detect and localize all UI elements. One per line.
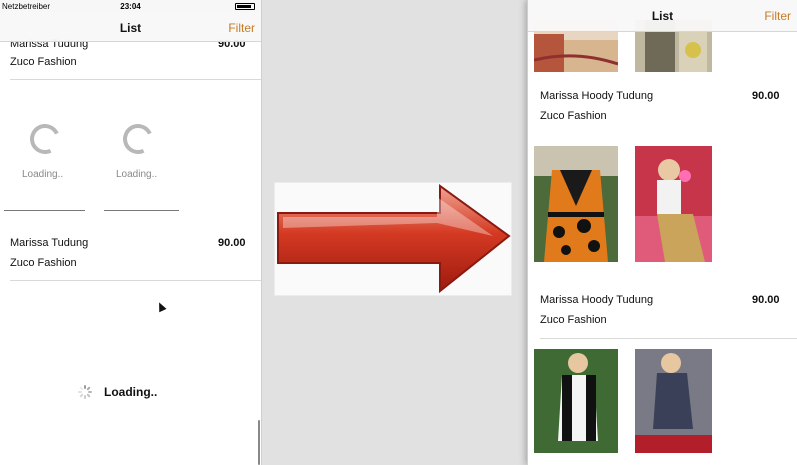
filter-button[interactable]: Filter [764, 9, 791, 23]
list-loading-label: Loading.. [104, 385, 158, 399]
product-brand: Zuco Fashion [10, 257, 77, 269]
right-phone-screen: List Filter Marissa Hoody Tudung 90.00 Z… [527, 0, 797, 465]
page-title: List [119, 21, 142, 35]
product-photo[interactable] [635, 349, 712, 453]
product-brand: Zuco Fashion [540, 314, 607, 326]
activity-indicator-icon [78, 385, 92, 399]
mouse-pointer-icon [155, 300, 167, 313]
left-phone-screen: Netzbetreiber 23:04 Marissa Tudung 90.00… [0, 0, 262, 465]
navigation-bar: List Filter [0, 12, 261, 42]
product-price: 90.00 [752, 294, 780, 306]
filter-button[interactable]: Filter [228, 21, 255, 35]
right-arrow-icon [277, 184, 511, 294]
tile-loading-label: Loading.. [22, 169, 64, 180]
separator [540, 338, 797, 339]
separator [10, 280, 261, 281]
transition-arrow-panel [274, 182, 512, 296]
product-photo[interactable] [534, 146, 618, 262]
product-brand: Zuco Fashion [10, 56, 77, 68]
loading-spinner-icon [118, 119, 158, 159]
tile-loading-label: Loading.. [116, 169, 158, 180]
product-name: Marissa Hoody Tudung [540, 90, 654, 102]
tile-underline [4, 210, 85, 211]
product-brand: Zuco Fashion [540, 110, 607, 122]
product-name: Marissa Tudung [10, 237, 89, 249]
battery-icon [235, 3, 255, 10]
status-bar: Netzbetreiber 23:04 [0, 0, 261, 12]
product-photo[interactable] [635, 146, 712, 262]
product-name: Marissa Hoody Tudung [540, 294, 654, 306]
separator [10, 79, 261, 80]
status-time: 23:04 [120, 2, 141, 11]
product-photo[interactable] [534, 349, 618, 453]
loading-spinner-icon [25, 119, 65, 159]
tile-underline [104, 210, 179, 211]
product-price: 90.00 [218, 237, 246, 249]
navigation-bar: List Filter [528, 0, 797, 32]
page-title: List [651, 9, 674, 23]
product-price: 90.00 [752, 90, 780, 102]
scroll-indicator[interactable] [258, 420, 260, 465]
